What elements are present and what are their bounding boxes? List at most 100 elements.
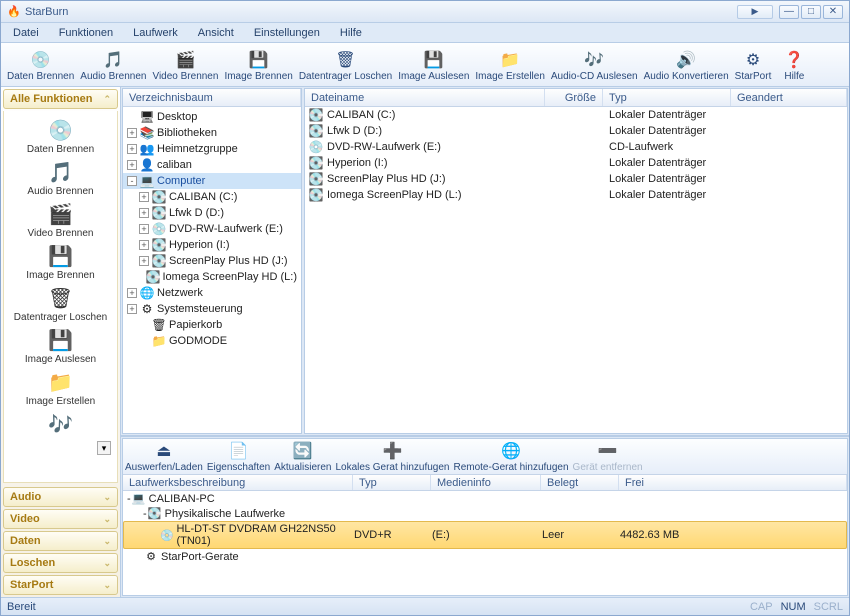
dcol-used[interactable]: Belegt xyxy=(541,475,619,490)
toolbar-button[interactable]: 🎶Audio-CD Auslesen xyxy=(549,49,640,82)
tree-row[interactable]: +💽Lfwk D (D:) xyxy=(123,205,301,221)
category-header[interactable]: Loschen⌄ xyxy=(3,553,118,573)
tree-expander[interactable]: + xyxy=(127,128,137,138)
tree-row[interactable]: +💽Hyperion (I:) xyxy=(123,237,301,253)
toolbar-button[interactable]: ⚙StarPort xyxy=(733,49,774,82)
sidebar-item[interactable]: 🎬Video Brennen xyxy=(28,201,94,239)
tree-icon: 🌐 xyxy=(139,286,155,300)
drive-toolbar-button[interactable]: 🔄Aktualisieren xyxy=(272,440,333,473)
toolbar-button[interactable]: 💾Image Auslesen xyxy=(396,49,471,82)
sidebar-item[interactable]: 💿Daten Brennen xyxy=(27,117,94,155)
toolbar-button[interactable]: 🗑Datentrager Loschen xyxy=(297,49,394,82)
drive-row[interactable]: ⚙StarPort-Gerate xyxy=(123,549,847,564)
minimize-button[interactable]: — xyxy=(779,5,799,19)
drive-row[interactable]: 💿HL-DT-ST DVDRAM GH22NS50 (TN01)DVD+R(E:… xyxy=(123,521,847,549)
maximize-button[interactable]: □ xyxy=(801,5,821,19)
chevron-down-icon: ⌄ xyxy=(103,558,111,569)
sidebar-item[interactable]: 🎵Audio Brennen xyxy=(27,159,93,197)
drive-toolbar-button[interactable]: 📄Eigenschaften xyxy=(205,440,272,473)
main-toolbar: 💿Daten Brennen🎵Audio Brennen🎬Video Brenn… xyxy=(1,43,849,87)
media-play-button[interactable]: ▶ xyxy=(737,5,773,19)
menu-item[interactable]: Laufwerk xyxy=(125,25,186,41)
category-header[interactable]: StarPort⌄ xyxy=(3,575,118,595)
tree-expander[interactable]: + xyxy=(127,304,137,314)
sidebar-item[interactable]: 💾Image Auslesen xyxy=(25,327,96,365)
col-dateiname[interactable]: Dateiname xyxy=(305,89,545,106)
tree-expander[interactable]: + xyxy=(127,144,137,154)
sidebar-item[interactable]: 🗑Datentrager Loschen xyxy=(14,285,107,323)
tree-label: Hyperion (I:) xyxy=(169,239,230,251)
tree-expander[interactable]: + xyxy=(139,208,149,218)
col-groesse[interactable]: Größe xyxy=(545,89,603,106)
file-row[interactable]: 💽Lfwk D (D:)Lokaler Datenträger xyxy=(305,123,847,139)
col-typ[interactable]: Typ xyxy=(603,89,731,106)
category-header[interactable]: Video⌄ xyxy=(3,509,118,529)
tree-row[interactable]: +💽ScreenPlay Plus HD (J:) xyxy=(123,253,301,269)
sidebar-item-label: Video Brennen xyxy=(28,228,94,239)
scroll-down-button[interactable]: ▾ xyxy=(97,441,111,455)
toolbar-label: Audio Konvertieren xyxy=(644,72,729,82)
tree-expander[interactable]: + xyxy=(139,256,149,266)
tree-expander[interactable]: + xyxy=(127,160,137,170)
menu-item[interactable]: Ansicht xyxy=(190,25,242,41)
menu-item[interactable]: Funktionen xyxy=(51,25,121,41)
sidebar-item[interactable]: 🎶 xyxy=(45,411,77,437)
tree-expander[interactable]: + xyxy=(139,240,149,250)
toolbar-button[interactable]: 🎬Video Brennen xyxy=(150,49,220,82)
toolbar-button[interactable]: 🔊Audio Konvertieren xyxy=(642,49,731,82)
file-row[interactable]: 💿DVD-RW-Laufwerk (E:)CD-Laufwerk xyxy=(305,139,847,155)
tree-expander[interactable]: + xyxy=(139,192,149,202)
toolbar-icon: 📁 xyxy=(498,49,522,71)
drive-toolbar-button[interactable]: 🌐Remote-Gerat hinzufugen xyxy=(451,440,570,473)
dcol-desc[interactable]: Laufwerksbeschreibung xyxy=(123,475,353,490)
tree-expander[interactable]: + xyxy=(139,224,149,234)
tree-row[interactable]: +💿DVD-RW-Laufwerk (E:) xyxy=(123,221,301,237)
tree-row[interactable]: +👤caliban xyxy=(123,157,301,173)
toolbar-button[interactable]: 📁Image Erstellen xyxy=(473,49,546,82)
drive-row[interactable]: -💽Physikalische Laufwerke xyxy=(123,506,847,521)
tree-icon: 💽 xyxy=(146,270,161,284)
file-name: CALIBAN (C:) xyxy=(327,109,545,121)
tree-row[interactable]: 💽Iomega ScreenPlay HD (L:) xyxy=(123,269,301,285)
tree-row[interactable]: +👥Heimnetzgruppe xyxy=(123,141,301,157)
drive-icon: 💻 xyxy=(131,492,147,505)
tree-row[interactable]: +📚Bibliotheken xyxy=(123,125,301,141)
tree-row[interactable]: 📁GODMODE xyxy=(123,333,301,349)
tree-row[interactable]: 🖥Desktop xyxy=(123,109,301,125)
toolbar-button[interactable]: ❓Hilfe xyxy=(775,49,813,82)
tree-row[interactable]: -💻Computer xyxy=(123,173,301,189)
tree-expander[interactable]: + xyxy=(127,288,137,298)
drive-desc-cell: 💿HL-DT-ST DVDRAM GH22NS50 (TN01) xyxy=(124,523,354,547)
tree-row[interactable]: 🗑Papierkorb xyxy=(123,317,301,333)
drive-toolbar-button[interactable]: ➕Lokales Gerat hinzufugen xyxy=(334,440,452,473)
col-geandert[interactable]: Geandert xyxy=(731,89,847,106)
drive-toolbar-button[interactable]: ⏏Auswerfen/Laden xyxy=(123,440,205,473)
menu-item[interactable]: Einstellungen xyxy=(246,25,328,41)
toolbar-button[interactable]: 💾Image Brennen xyxy=(222,49,294,82)
menu-item[interactable]: Hilfe xyxy=(332,25,370,41)
file-row[interactable]: 💽ScreenPlay Plus HD (J:)Lokaler Datenträ… xyxy=(305,171,847,187)
tree-row[interactable]: +⚙Systemsteuerung xyxy=(123,301,301,317)
dcol-type[interactable]: Typ xyxy=(353,475,431,490)
sidebar-item[interactable]: 💾Image Brennen xyxy=(26,243,94,281)
category-header[interactable]: Daten⌄ xyxy=(3,531,118,551)
tree-row[interactable]: +💽CALIBAN (C:) xyxy=(123,189,301,205)
dcol-media[interactable]: Medieninfo xyxy=(431,475,541,490)
drive-row[interactable]: -💻CALIBAN-PC xyxy=(123,491,847,506)
sidebar-item[interactable]: 📁Image Erstellen xyxy=(26,369,95,407)
category-alle-funktionen[interactable]: Alle Funktionen ⌃ xyxy=(3,89,118,109)
tree-row[interactable]: +🌐Netzwerk xyxy=(123,285,301,301)
sidebar-item-label: Daten Brennen xyxy=(27,144,94,155)
close-button[interactable]: ✕ xyxy=(823,5,843,19)
file-row[interactable]: 💽CALIBAN (C:)Lokaler Datenträger xyxy=(305,107,847,123)
sidebar-item-icon: 💾 xyxy=(44,327,76,353)
toolbar-button[interactable]: 🎵Audio Brennen xyxy=(78,49,148,82)
tree-label: caliban xyxy=(157,159,192,171)
dcol-free[interactable]: Frei xyxy=(619,475,847,490)
file-row[interactable]: 💽Hyperion (I:)Lokaler Datenträger xyxy=(305,155,847,171)
category-header[interactable]: Audio⌄ xyxy=(3,487,118,507)
tree-expander[interactable]: - xyxy=(127,176,137,186)
menu-item[interactable]: Datei xyxy=(5,25,47,41)
toolbar-button[interactable]: 💿Daten Brennen xyxy=(5,49,76,82)
file-row[interactable]: 💽Iomega ScreenPlay HD (L:)Lokaler Datent… xyxy=(305,187,847,203)
